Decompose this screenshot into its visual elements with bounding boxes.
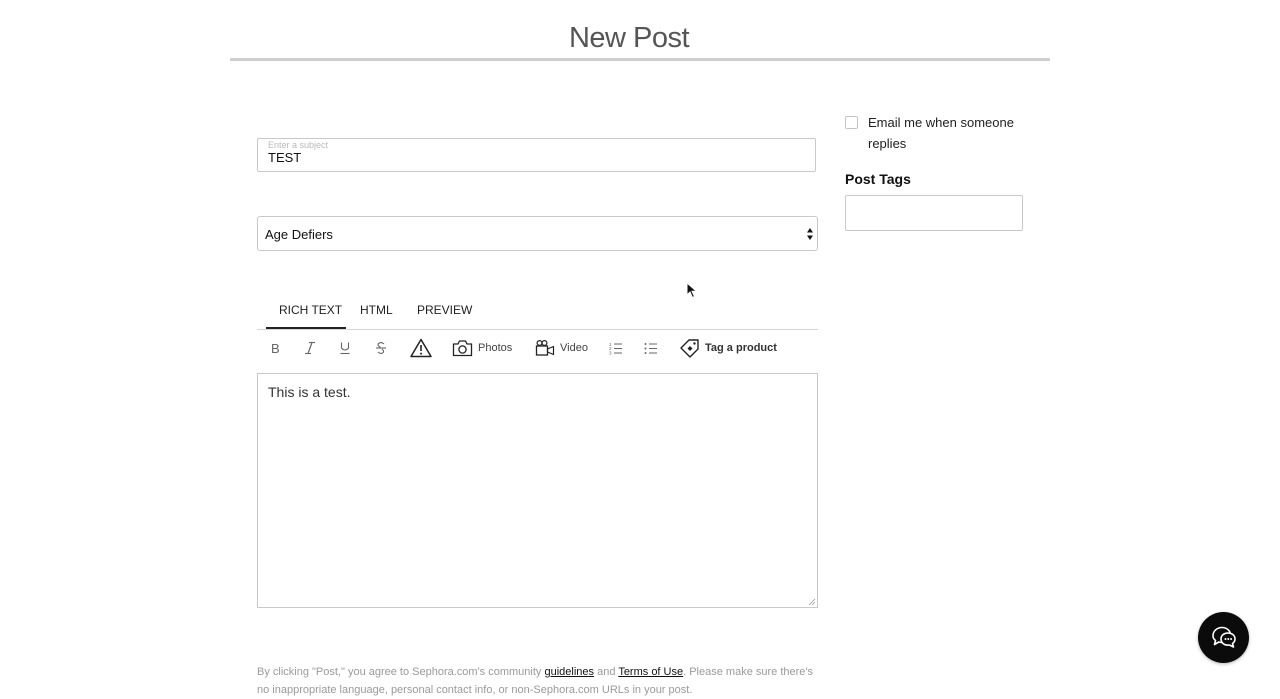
tag-product-button[interactable]: Tag a product xyxy=(679,338,777,358)
spoiler-button[interactable] xyxy=(410,338,432,358)
bold-icon: B xyxy=(271,341,280,355)
photos-button[interactable]: Photos xyxy=(452,338,512,358)
notice-text-1: By clicking "Post," you agree to Sephora… xyxy=(257,666,545,678)
tag-product-label: Tag a product xyxy=(705,342,777,354)
post-tags-input[interactable] xyxy=(845,195,1023,231)
editor-tabs: RICH TEXT HTML PREVIEW xyxy=(257,296,818,330)
video-label: Video xyxy=(560,342,588,354)
bulleted-list-button[interactable] xyxy=(644,338,658,358)
resize-handle-icon[interactable] xyxy=(808,598,816,606)
underline-button[interactable] xyxy=(339,338,351,358)
strikethrough-button[interactable] xyxy=(375,338,387,358)
bold-button[interactable]: B xyxy=(269,338,281,358)
board-select[interactable]: Age Defiers xyxy=(257,216,818,251)
ordered-list-icon: 1 2 3 xyxy=(609,342,622,355)
underline-icon xyxy=(340,342,350,355)
video-camera-icon xyxy=(535,339,555,356)
tag-icon xyxy=(680,339,699,358)
warning-icon xyxy=(410,338,432,358)
board-select-value: Age Defiers xyxy=(265,227,333,242)
chat-bubbles-icon xyxy=(1211,626,1236,648)
select-arrows-icon xyxy=(807,228,813,240)
active-tab-indicator xyxy=(266,327,346,329)
terms-of-use-link[interactable]: Terms of Use xyxy=(618,666,683,678)
subject-field[interactable]: Enter a subject TEST xyxy=(257,138,816,172)
email-replies-label[interactable]: Email me when someone replies xyxy=(868,112,1028,154)
video-button[interactable]: Video xyxy=(535,338,588,358)
guidelines-link[interactable]: guidelines xyxy=(544,666,594,678)
notice-text-2: and xyxy=(594,666,619,678)
photos-label: Photos xyxy=(478,342,513,354)
svg-text:B: B xyxy=(271,341,280,355)
tab-html[interactable]: HTML xyxy=(360,303,393,317)
italic-button[interactable] xyxy=(304,338,316,358)
subject-label: Enter a subject xyxy=(268,140,329,150)
page-title: New Post xyxy=(568,22,690,54)
camera-icon xyxy=(452,340,473,357)
bulleted-list-icon xyxy=(644,343,657,354)
chat-button[interactable] xyxy=(1198,612,1249,663)
strikethrough-icon xyxy=(376,342,386,354)
post-body-editor[interactable]: This is a test. xyxy=(257,373,818,608)
ordered-list-button[interactable]: 1 2 3 xyxy=(609,338,623,358)
tab-rich-text[interactable]: RICH TEXT xyxy=(279,303,342,317)
title-divider xyxy=(230,58,1050,61)
post-tags-heading: Post Tags xyxy=(845,171,911,187)
editor-toolbar: B Photos Video 1 2 3 Tag a product xyxy=(257,334,818,362)
email-replies-checkbox[interactable] xyxy=(845,116,858,129)
mouse-pointer-icon xyxy=(686,282,698,299)
tab-preview[interactable]: PREVIEW xyxy=(417,303,472,317)
svg-text:3: 3 xyxy=(609,350,612,355)
italic-icon xyxy=(305,341,315,355)
posting-agreement-notice: By clicking "Post," you agree to Sephora… xyxy=(257,663,822,699)
subject-input[interactable]: TEST xyxy=(268,150,301,165)
post-body-text[interactable]: This is a test. xyxy=(268,384,350,400)
